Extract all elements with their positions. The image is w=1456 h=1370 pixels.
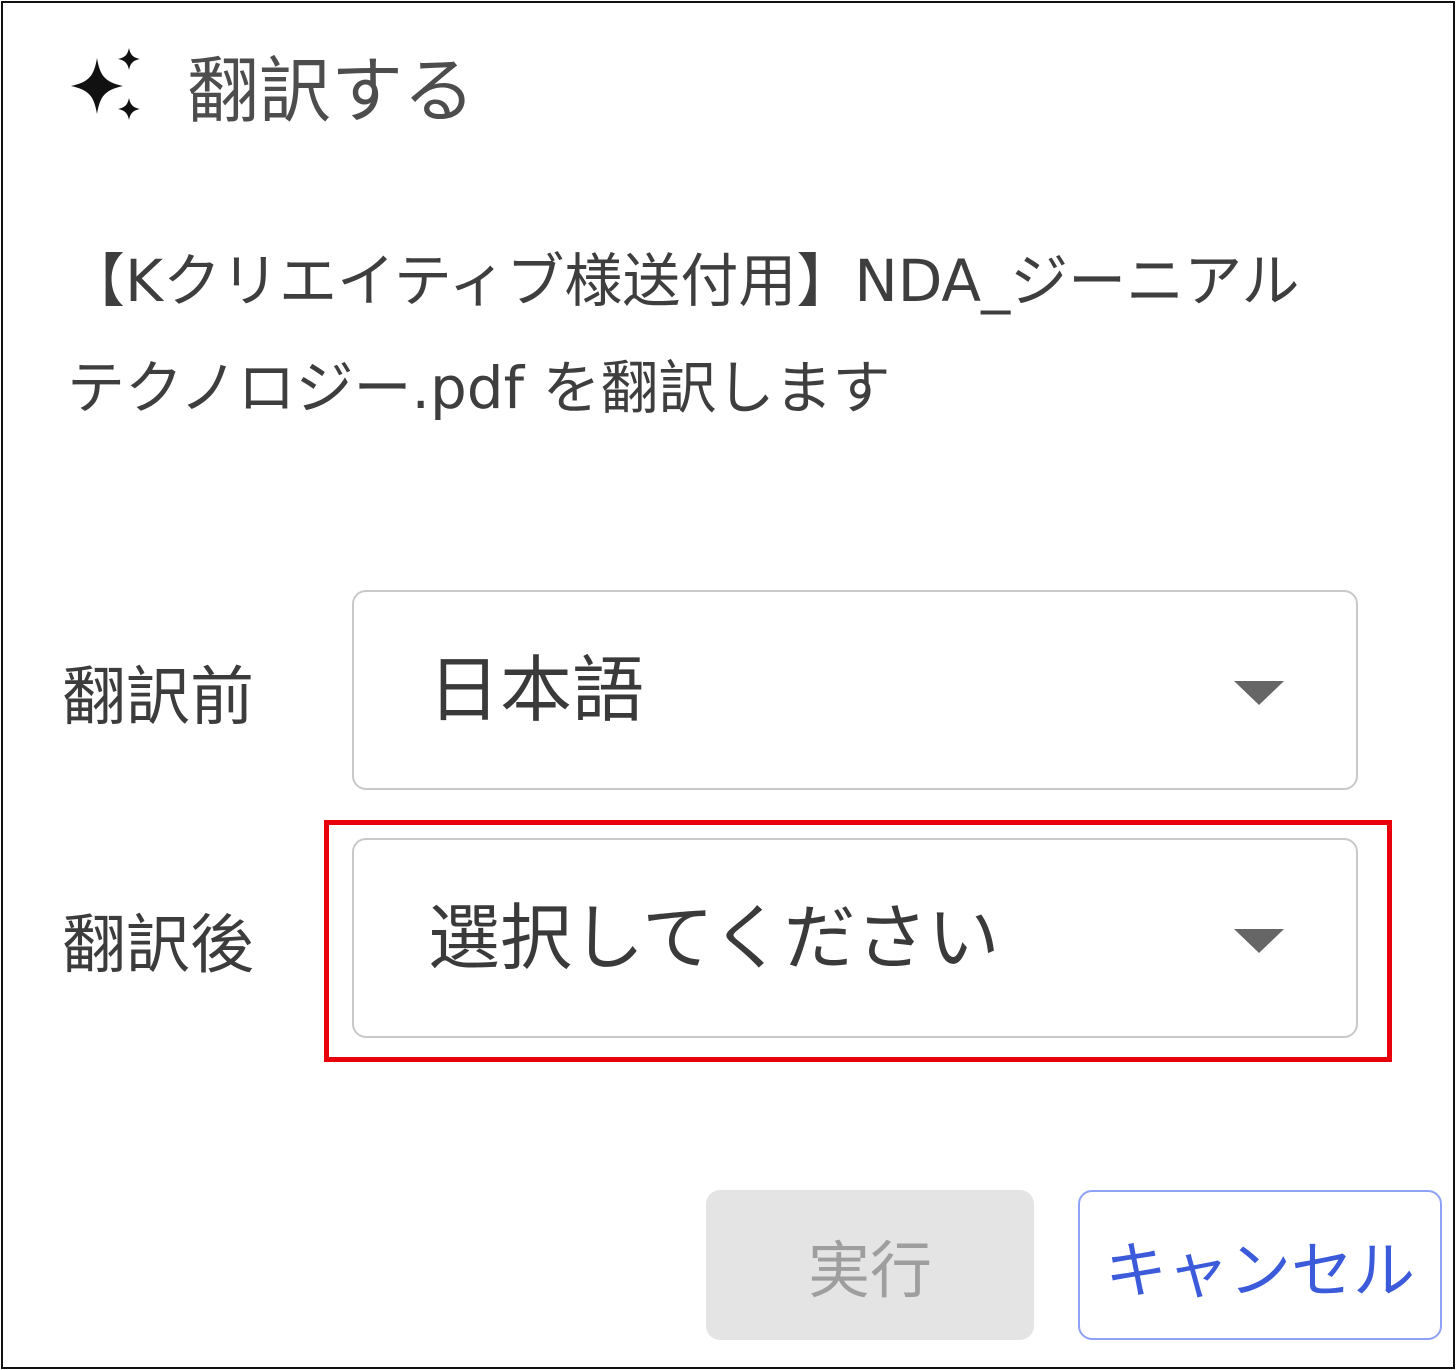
dropdown-arrow-icon (1234, 929, 1284, 953)
dialog-title: 翻訳する (187, 48, 476, 133)
cancel-button[interactable]: キャンセル (1078, 1190, 1442, 1340)
target-language-label: 翻訳後 (62, 909, 254, 983)
source-language-value: 日本語 (428, 648, 645, 732)
execute-button[interactable]: 実行 (706, 1190, 1034, 1340)
source-language-label: 翻訳前 (62, 661, 254, 735)
target-language-select[interactable]: 選択してください (352, 838, 1358, 1038)
dialog-description: 【Kクリエイティブ様送付用】NDA_ジーニアルテクノロジー.pdf を翻訳します (67, 247, 1300, 422)
target-language-row: 翻訳後 選択してください (62, 838, 1358, 1042)
source-language-row: 翻訳前 日本語 (62, 590, 1358, 794)
target-language-value: 選択してください (428, 896, 1000, 980)
source-language-select[interactable]: 日本語 (352, 590, 1358, 790)
dialog-header: 翻訳する (67, 39, 475, 133)
dropdown-arrow-icon (1234, 681, 1284, 705)
sparkle-icon (71, 48, 140, 120)
